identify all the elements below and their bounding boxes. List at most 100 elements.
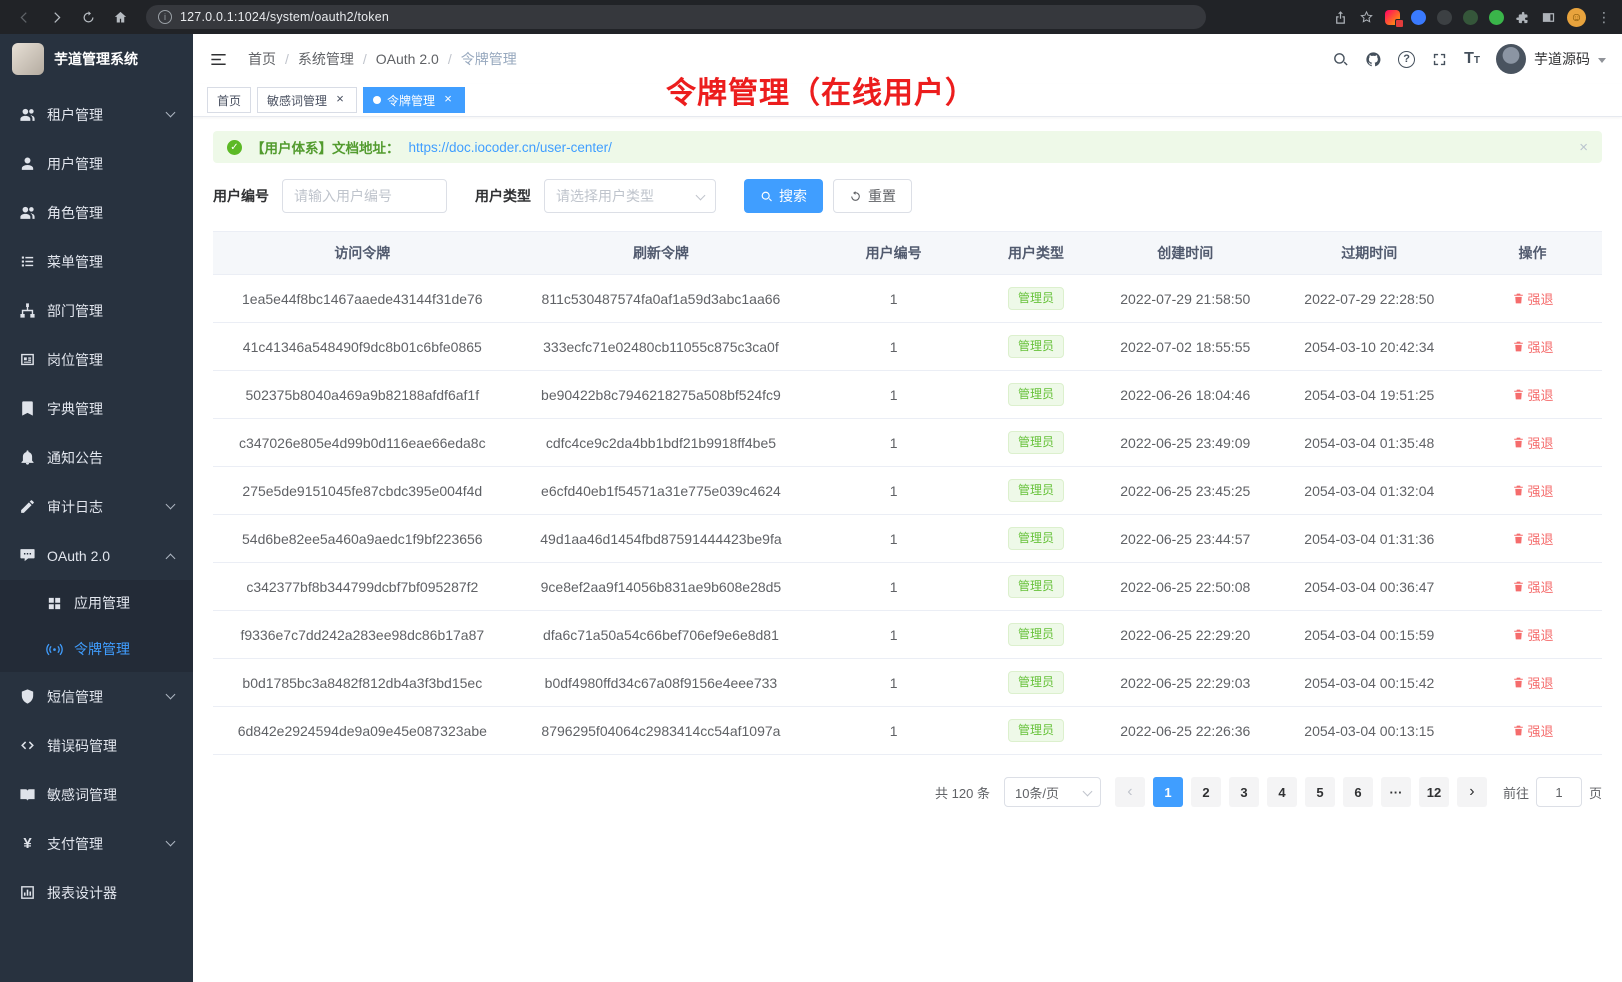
force-logout-button[interactable]: 强退 [1512,433,1554,452]
sidebar-subitem-9-0[interactable]: 应用管理 [0,580,193,626]
font-size-icon[interactable]: TT [1464,51,1480,67]
doc-link[interactable]: https://doc.iocoder.cn/user-center/ [409,140,612,155]
sidebar-item-3[interactable]: 菜单管理 [0,237,193,286]
header-actions: ? TT 芋道源码 [1332,44,1606,74]
breadcrumb-item[interactable]: 首页 [248,49,276,69]
pager-more-button[interactable]: ··· [1381,777,1411,807]
page-button-3[interactable]: 3 [1229,777,1259,807]
user-id-input[interactable] [282,179,447,213]
tab-1[interactable]: 敏感词管理× [257,87,357,113]
tab-close-icon[interactable]: × [333,93,347,107]
browser-home-button[interactable] [106,4,134,30]
sidebar-item-9[interactable]: OAuth 2.0 [0,531,193,580]
force-logout-button[interactable]: 强退 [1512,673,1554,692]
force-logout-button[interactable]: 强退 [1512,721,1554,740]
breadcrumb-item[interactable]: OAuth 2.0 [376,51,439,67]
code-icon [19,737,36,754]
page-button-12[interactable]: 12 [1419,777,1449,807]
sidebar-menu: 租户管理用户管理角色管理菜单管理部门管理岗位管理字典管理通知公告审计日志OAut… [0,84,193,982]
cell-user-type: 管理员 [977,707,1095,755]
reset-button[interactable]: 重置 [833,179,912,213]
force-logout-button[interactable]: 强退 [1512,385,1554,404]
sidebar-item-13[interactable]: ¥支付管理 [0,819,193,868]
app-logo[interactable]: 芋道管理系统 [0,34,193,84]
breadcrumb-item[interactable]: 系统管理 [298,49,354,69]
browser-refresh-button[interactable] [74,4,102,30]
extension-icon[interactable] [1463,10,1478,25]
tab-close-icon[interactable]: × [441,93,455,107]
github-icon[interactable] [1365,51,1382,68]
cell-access-token: 275e5de9151045fe87cbdc395e004f4d [213,467,512,515]
extension-badge [1395,19,1404,28]
sidebar-item-2[interactable]: 角色管理 [0,188,193,237]
goto-page-input[interactable] [1536,777,1582,807]
table-header-row: 访问令牌刷新令牌用户编号用户类型创建时间过期时间操作 [213,232,1602,275]
extension-icon[interactable] [1385,10,1400,25]
browser-forward-button[interactable] [42,4,70,30]
sidebar-item-0[interactable]: 租户管理 [0,90,193,139]
sidebar-item-6[interactable]: 字典管理 [0,384,193,433]
sidebar-item-11[interactable]: 错误码管理 [0,721,193,770]
sidebar-item-14[interactable]: 报表设计器 [0,868,193,917]
browser-chrome: i 127.0.0.1:1024/system/oauth2/token ☺ ⋮ [0,0,1622,34]
cell-expire-time: 2054-03-04 00:15:59 [1276,611,1464,659]
trash-icon [1512,580,1525,593]
sidebar-item-5[interactable]: 岗位管理 [0,335,193,384]
sidebar-item-8[interactable]: 审计日志 [0,482,193,531]
prev-page-button[interactable]: ‹ [1115,777,1145,807]
fullscreen-icon[interactable] [1431,51,1448,68]
alert-close-icon[interactable]: × [1579,139,1588,156]
bookmark-star-icon[interactable] [1359,10,1374,25]
force-logout-button[interactable]: 强退 [1512,625,1554,644]
page-size-select[interactable]: 10条/页 [1004,777,1101,807]
user-type-select[interactable]: 请选择用户类型 [544,179,716,213]
table-row: c347026e805e4d99b0d116eae66eda8ccdfc4ce9… [213,419,1602,467]
user-menu[interactable]: 芋道源码 [1496,44,1606,74]
sidebar-item-1[interactable]: 用户管理 [0,139,193,188]
force-logout-button[interactable]: 强退 [1512,577,1554,596]
browser-profile-avatar[interactable]: ☺ [1567,8,1586,27]
page-button-5[interactable]: 5 [1305,777,1335,807]
force-logout-button[interactable]: 强退 [1512,337,1554,356]
search-button[interactable]: 搜索 [744,179,823,213]
sidebar-subitem-9-1[interactable]: 令牌管理 [0,626,193,672]
next-page-button[interactable]: › [1457,777,1487,807]
cell-user-id: 1 [810,563,977,611]
user-id-label: 用户编号 [213,186,269,206]
extensions-puzzle-icon[interactable] [1515,10,1530,25]
cell-expire-time: 2054-03-10 20:42:34 [1276,323,1464,371]
browser-address-bar[interactable]: i 127.0.0.1:1024/system/oauth2/token [146,5,1206,29]
breadcrumb-separator: / [363,51,367,67]
sidebar-item-12[interactable]: 敏感词管理 [0,770,193,819]
sidebar-item-7[interactable]: 通知公告 [0,433,193,482]
force-logout-button[interactable]: 强退 [1512,529,1554,548]
search-icon[interactable] [1332,51,1349,68]
extension-icon[interactable] [1437,10,1452,25]
force-logout-label: 强退 [1528,289,1554,308]
table-row: 6d842e2924594de9a09e45e087323abe8796295f… [213,707,1602,755]
tree-icon [19,302,36,319]
page-button-2[interactable]: 2 [1191,777,1221,807]
extension-icon[interactable] [1489,10,1504,25]
force-logout-button[interactable]: 强退 [1512,289,1554,308]
doc-alert: ✓ 【用户体系】文档地址： https://doc.iocoder.cn/use… [213,131,1602,163]
browser-menu-icon[interactable]: ⋮ [1597,9,1612,26]
tab-0[interactable]: 首页 [207,87,251,113]
browser-back-button[interactable] [10,4,38,30]
side-panel-icon[interactable] [1541,10,1556,25]
sidebar-item-10[interactable]: 短信管理 [0,672,193,721]
sidebar-collapse-icon[interactable] [209,50,228,69]
sidebar-item-4[interactable]: 部门管理 [0,286,193,335]
page-button-4[interactable]: 4 [1267,777,1297,807]
tab-2[interactable]: 令牌管理× [363,87,465,113]
extension-icon[interactable] [1411,10,1426,25]
help-icon[interactable]: ? [1398,51,1415,68]
site-info-icon[interactable]: i [158,10,172,24]
sidebar-item-label: 支付管理 [47,834,103,854]
chevron-down-icon [166,690,176,700]
force-logout-button[interactable]: 强退 [1512,481,1554,500]
cell-action: 强退 [1463,275,1602,323]
page-button-1[interactable]: 1 [1153,777,1183,807]
share-icon[interactable] [1333,10,1348,25]
page-button-6[interactable]: 6 [1343,777,1373,807]
